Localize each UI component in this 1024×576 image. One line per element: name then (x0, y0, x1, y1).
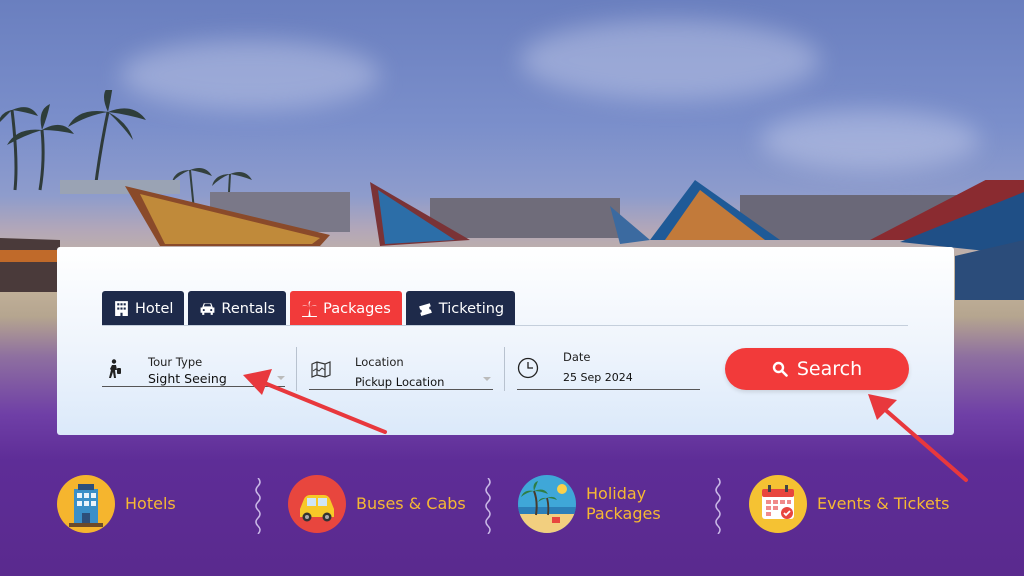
category-events-tickets[interactable]: Events & Tickets (749, 475, 950, 533)
ticket-icon (418, 303, 432, 316)
category-label: Events & Tickets (817, 494, 950, 513)
divider (296, 347, 297, 391)
clock-icon (517, 357, 539, 379)
wavy-divider (715, 478, 721, 534)
cloud (760, 110, 980, 170)
calendar-icon (749, 475, 807, 533)
map-icon (311, 361, 331, 378)
tab-label: Hotel (135, 300, 174, 317)
tour-type-label: Tour Type (148, 355, 203, 369)
beach-icon (518, 475, 576, 533)
category-label-line2: Packages (586, 504, 661, 523)
cloud (520, 20, 820, 100)
category-label: Hotels (125, 494, 176, 513)
category-hotels[interactable]: Hotels (57, 475, 176, 533)
divider (504, 347, 505, 391)
date-value: 25 Sep 2024 (563, 371, 633, 384)
field-underline (309, 389, 493, 390)
car-icon (201, 303, 215, 315)
tab-underline (102, 325, 908, 326)
tab-rentals[interactable]: Rentals (188, 291, 287, 326)
tab-bar: Hotel Rentals Packages Ticketing (102, 291, 516, 326)
search-icon (772, 361, 788, 377)
field-underline (102, 386, 285, 387)
tab-hotel[interactable]: Hotel (102, 291, 185, 326)
chevron-down-icon (277, 376, 285, 380)
hotel-building-icon (57, 475, 115, 533)
hotel-icon (115, 301, 128, 316)
category-buses-cabs[interactable]: Buses & Cabs (288, 475, 466, 533)
traveler-icon (109, 359, 121, 378)
date-label: Date (563, 350, 591, 364)
tour-type-value: Sight Seeing (148, 371, 227, 386)
tab-label: Ticketing (438, 300, 505, 317)
tab-packages[interactable]: Packages (290, 291, 402, 326)
taxi-icon (288, 475, 346, 533)
chevron-down-icon (483, 377, 491, 381)
tab-ticketing[interactable]: Ticketing (405, 291, 516, 326)
tab-label: Rentals (221, 300, 276, 317)
category-label: Buses & Cabs (356, 494, 466, 513)
category-label-line1: Holiday (586, 484, 647, 503)
tab-label: Packages (323, 300, 391, 317)
category-label: Holiday Packages (586, 484, 661, 524)
palm-tree-icon (302, 301, 318, 317)
search-button-label: Search (796, 358, 863, 380)
field-underline (517, 389, 700, 390)
search-card: Hotel Rentals Packages Ticketing Tour Ty… (57, 247, 954, 435)
wavy-divider (255, 478, 261, 534)
location-value: Pickup Location (355, 375, 445, 389)
search-button[interactable]: Search (725, 348, 909, 390)
location-label: Location (355, 355, 404, 369)
category-holiday-packages[interactable]: Holiday Packages (518, 475, 661, 533)
wavy-divider (485, 478, 491, 534)
